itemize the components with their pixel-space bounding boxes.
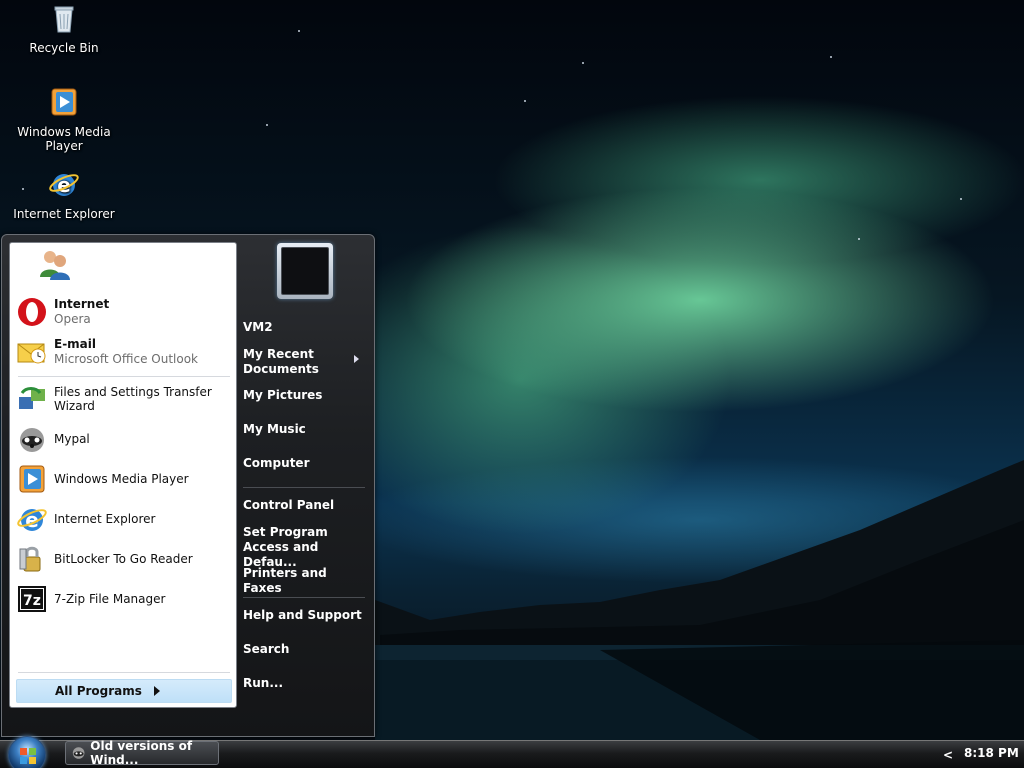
system-clock[interactable]: 8:18 PM [964,746,1019,760]
right-item-search[interactable]: Search [243,642,367,657]
right-item-recent-documents[interactable]: My Recent Documents [243,347,367,377]
desktop-icon-internet-explorer[interactable]: e Internet Explorer [0,168,128,221]
start-menu-programs-pane: Internet Opera E-mail Microsoft Office O… [9,242,237,708]
recent-item-label: Internet Explorer [54,512,156,526]
separator [18,376,230,377]
bitlocker-icon [19,546,41,572]
recent-item-label: Mypal [54,432,90,446]
pinned-item-title: E-mail [54,337,97,351]
desktop-icon-media-player[interactable]: Windows Media Player [0,86,128,153]
taskbar-window-label: Old versions of Wind... [90,739,193,767]
desktop-icon-label: Recycle Bin [29,41,99,55]
windows-logo-icon [20,748,36,764]
recent-item-transfer-wizard[interactable]: Files and Settings Transfer Wizard [16,381,232,417]
recent-item-mypal[interactable]: Mypal [16,421,232,457]
recent-item-label: Files and Settings Transfer Wizard [54,385,212,413]
right-item-user[interactable]: VM2 [243,320,367,335]
recent-item-bitlocker[interactable]: BitLocker To Go Reader [16,541,232,577]
recent-item-7zip[interactable]: 7z 7-Zip File Manager [16,581,232,617]
pinned-item-internet[interactable]: Internet Opera [16,294,232,330]
outlook-icon [17,343,46,364]
recent-item-internet-explorer[interactable]: e Internet Explorer [16,501,232,537]
right-item-my-music[interactable]: My Music [243,422,367,437]
show-hidden-icons-button[interactable]: < [943,748,953,762]
star [298,30,300,32]
star [582,62,584,64]
desktop-icon-recycle-bin[interactable]: Recycle Bin [0,2,128,55]
star [960,198,962,200]
recent-item-label: BitLocker To Go Reader [54,552,193,566]
recent-item-label: 7-Zip File Manager [54,592,166,606]
start-menu: Internet Opera E-mail Microsoft Office O… [1,234,375,737]
all-programs-label: All Programs [55,684,142,698]
user-picture[interactable] [277,243,333,299]
user-picture-frame [281,247,329,295]
seven-zip-icon: 7z [18,586,46,612]
taskbar-window-button[interactable]: Old versions of Wind... [65,739,219,767]
all-programs-button[interactable]: All Programs [16,679,232,703]
right-item-set-program-access[interactable]: Set Program Access and Defau... [243,525,367,570]
separator [243,487,365,488]
right-item-my-pictures[interactable]: My Pictures [243,388,367,403]
mypal-icon [72,747,85,759]
right-item-computer[interactable]: Computer [243,456,367,471]
pinned-item-subtitle: Microsoft Office Outlook [54,352,198,366]
right-item-control-panel[interactable]: Control Panel [243,498,367,513]
separator [18,672,230,673]
desktop-icon-label: Windows Media Player [17,125,111,153]
users-icon [40,251,70,280]
pinned-item-subtitle: Opera [54,312,91,326]
right-item-run[interactable]: Run... [243,676,367,691]
opera-icon [18,298,46,326]
pinned-item-title: Internet [54,297,110,311]
recycle-bin-icon [54,6,74,33]
star [858,238,860,240]
right-item-label: My Recent Documents [243,347,319,376]
right-item-help-support[interactable]: Help and Support [243,608,367,623]
recent-item-label: Windows Media Player [54,472,189,486]
recent-item-media-player[interactable]: Windows Media Player [16,461,232,497]
media-player-icon [19,465,45,493]
chevron-right-icon [153,686,160,696]
internet-explorer-icon: e [49,173,79,197]
media-player-icon [51,88,77,116]
desktop-icon-label: Internet Explorer [13,207,115,221]
star [524,100,526,102]
right-item-printers-faxes[interactable]: Printers and Faxes [243,566,367,596]
start-button[interactable] [8,736,46,768]
mypal-icon [20,428,44,452]
transfer-wizard-icon [19,387,45,409]
star [830,56,832,58]
separator [243,597,365,598]
pinned-item-email[interactable]: E-mail Microsoft Office Outlook [16,334,232,370]
internet-explorer-icon: e [17,508,47,532]
chevron-right-icon [354,355,359,363]
svg-text:7z: 7z [23,593,41,609]
star [266,124,268,126]
